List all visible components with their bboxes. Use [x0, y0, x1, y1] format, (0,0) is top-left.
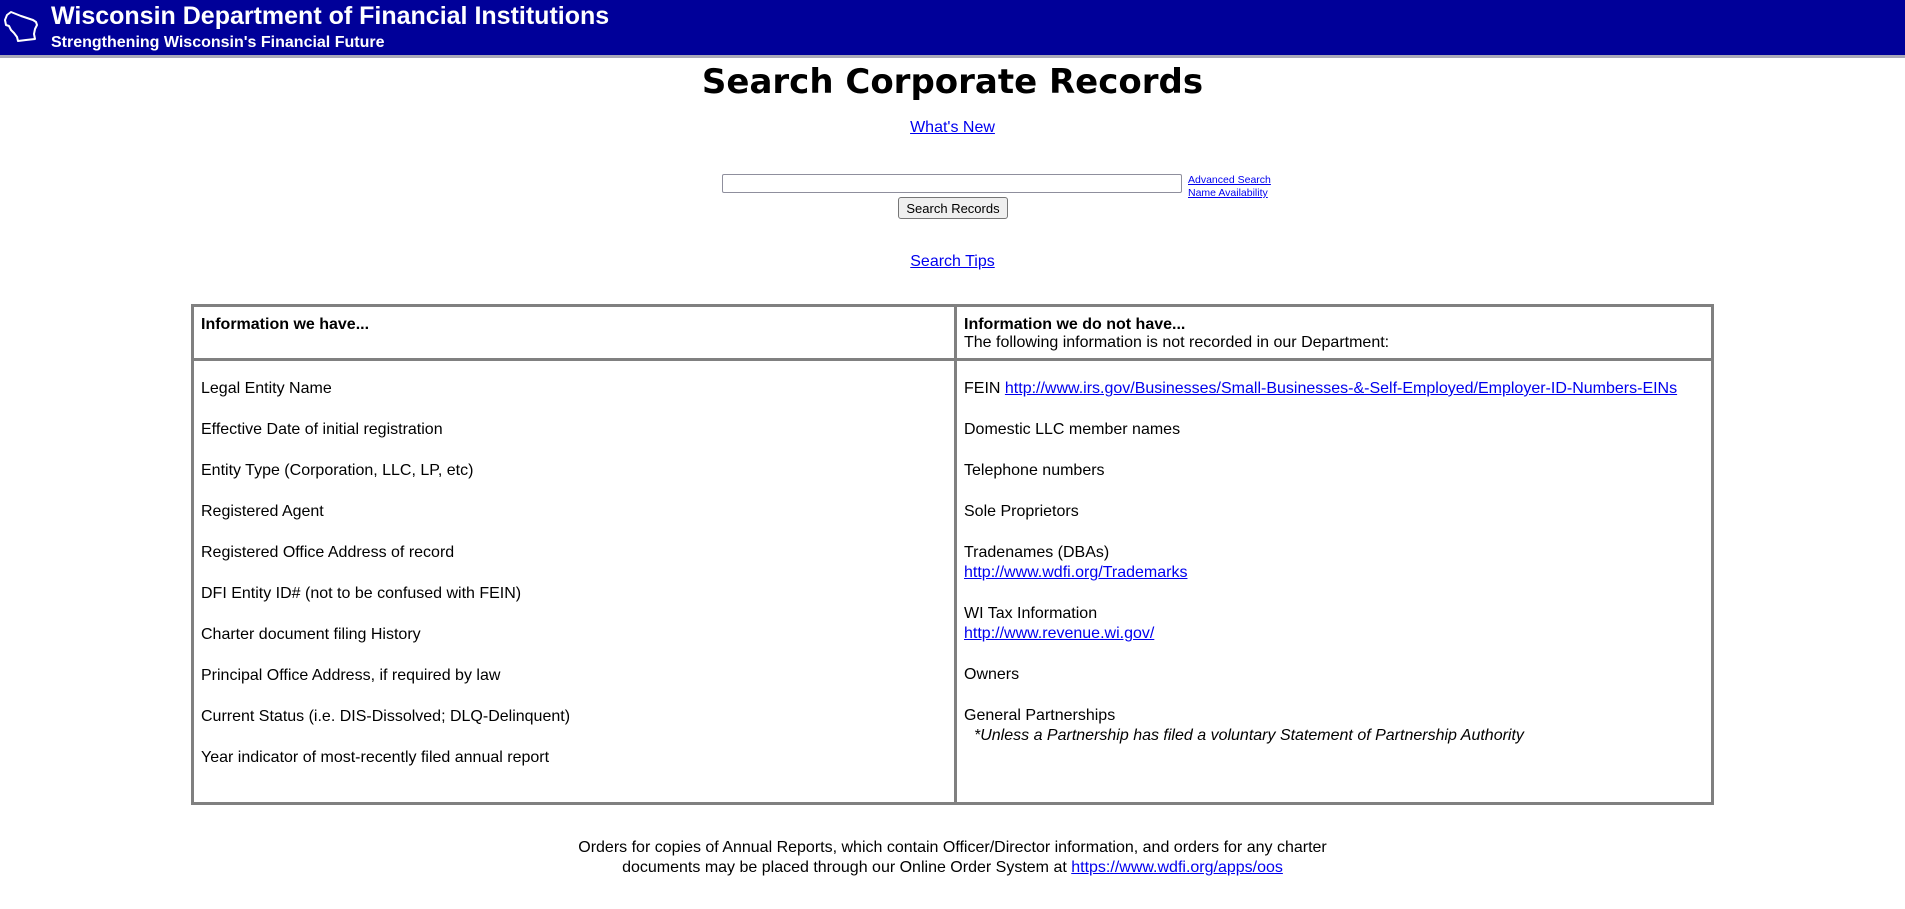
footer-line-1: Orders for copies of Annual Reports, whi… [578, 839, 1327, 856]
footer-line-2: documents may be placed through our Onli… [0, 858, 1905, 878]
list-item: Legal Entity Name [201, 380, 332, 397]
site-subtitle: Strengthening Wisconsin's Financial Futu… [51, 34, 385, 51]
site-header: Wisconsin Department of Financial Instit… [0, 0, 1905, 58]
list-item: Effective Date of initial registration [201, 421, 443, 438]
table-body-row: Legal Entity Name Effective Date of init… [191, 358, 1714, 805]
list-item: Charter document filing History [201, 626, 421, 643]
list-item: Year indicator of most-recently filed an… [201, 749, 550, 766]
whats-new-link[interactable]: What's New [910, 119, 995, 136]
page-title: Search Corporate Records [701, 62, 1204, 102]
whats-new-container: What's New [0, 119, 1905, 137]
list-item: Telephone numbers [964, 462, 1105, 479]
trademarks-link[interactable]: http://www.wdfi.org/Trademarks [964, 564, 1187, 581]
not-have-header-cell: Information we do not have... The follow… [954, 304, 1714, 361]
list-item: Registered Office Address of record [201, 544, 455, 561]
search-input[interactable] [722, 174, 1182, 193]
footer-line-2-text: documents may be placed through our Onli… [622, 859, 1067, 876]
item-label: General Partnerships [964, 707, 1116, 724]
search-records-button[interactable]: Search Records [898, 197, 1008, 219]
item-label: FEIN [964, 380, 1001, 397]
wisconsin-state-outline-icon [4, 11, 38, 42]
information-table: Information we have... Information we do… [191, 304, 1714, 805]
item-label: WI Tax Information [964, 605, 1098, 622]
list-item-general-partnerships: General Partnerships *Unless a Partnersh… [964, 706, 1704, 746]
list-item-tradenames: Tradenames (DBAs) http://www.wdfi.org/Tr… [964, 543, 1704, 583]
list-item: Owners [964, 666, 1020, 683]
revenue-link[interactable]: http://www.revenue.wi.gov/ [964, 625, 1154, 642]
have-items-cell: Legal Entity Name Effective Date of init… [191, 358, 957, 805]
list-item: Principal Office Address, if required by… [201, 667, 501, 684]
not-have-header: Information we do not have... [964, 316, 1186, 333]
have-header-cell: Information we have... [191, 304, 957, 361]
not-have-items-cell: FEIN http://www.irs.gov/Businesses/Small… [954, 358, 1714, 805]
search-tips-link[interactable]: Search Tips [910, 253, 994, 270]
irs-ein-link[interactable]: http://www.irs.gov/Businesses/Small-Busi… [1005, 380, 1677, 397]
search-form: Advanced Search Name Availability Search… [722, 174, 1282, 220]
name-availability-link[interactable]: Name Availability [1188, 187, 1271, 200]
online-order-system-link[interactable]: https://www.wdfi.org/apps/oos [1071, 859, 1283, 876]
list-item: Entity Type (Corporation, LLC, LP, etc) [201, 462, 474, 479]
table-header-row: Information we have... Information we do… [191, 304, 1714, 361]
footer-note: Orders for copies of Annual Reports, whi… [0, 838, 1905, 878]
list-item-fein: FEIN http://www.irs.gov/Businesses/Small… [964, 379, 1704, 399]
search-tips-container: Search Tips [0, 253, 1905, 271]
advanced-search-link[interactable]: Advanced Search [1188, 174, 1271, 187]
item-label: Tradenames (DBAs) [964, 544, 1110, 561]
site-title: Wisconsin Department of Financial Instit… [51, 2, 610, 30]
have-header: Information we have... [201, 316, 370, 333]
list-item: Registered Agent [201, 503, 324, 520]
list-item: Domestic LLC member names [964, 421, 1181, 438]
list-item: Current Status (i.e. DIS-Dissolved; DLQ-… [201, 708, 571, 725]
partnership-note: *Unless a Partnership has filed a volunt… [974, 727, 1524, 744]
list-item: Sole Proprietors [964, 503, 1079, 520]
list-item-wi-tax: WI Tax Information http://www.revenue.wi… [964, 604, 1704, 644]
not-have-subheader: The following information is not recorde… [964, 334, 1390, 351]
list-item: DFI Entity ID# (not to be confused with … [201, 585, 522, 602]
search-side-links: Advanced Search Name Availability [1188, 174, 1271, 200]
